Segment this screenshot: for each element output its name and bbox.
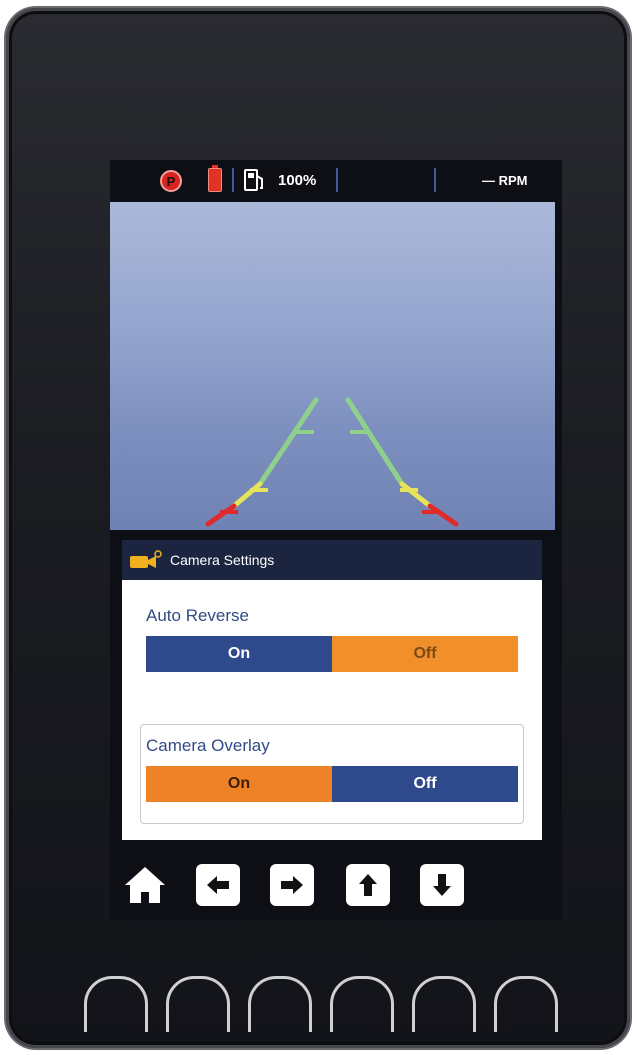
guideline-right-mid <box>399 481 433 509</box>
soft-key-6[interactable] <box>494 976 558 1032</box>
auto-reverse-on-button[interactable]: On <box>146 636 332 672</box>
display-device: P 100% — RPM Camera Settings Auto Revers… <box>6 8 630 1048</box>
soft-key-2[interactable] <box>166 976 230 1032</box>
fuel-pump-icon <box>244 169 263 191</box>
nav-down-button[interactable] <box>420 864 464 906</box>
auto-reverse-toggle: On Off <box>146 636 518 672</box>
arrow-down-icon <box>433 874 451 896</box>
fuel-level: 100% <box>278 172 317 189</box>
guideline-left-mid <box>231 481 263 509</box>
status-separator <box>336 168 338 192</box>
screen: P 100% — RPM Camera Settings Auto Revers… <box>110 160 562 920</box>
camera-settings-panel: Camera Settings Auto Reverse On Off Came… <box>122 540 542 840</box>
settings-header: Camera Settings <box>122 540 542 580</box>
camera-icon <box>130 550 162 568</box>
nav-right-button[interactable] <box>270 864 314 906</box>
navigation-bar <box>110 860 562 912</box>
guideline-right-near <box>427 503 459 527</box>
auto-reverse-label: Auto Reverse <box>146 606 249 625</box>
nav-left-button[interactable] <box>196 864 240 906</box>
soft-key-5[interactable] <box>412 976 476 1032</box>
camera-overlay-off-button[interactable]: Off <box>332 766 518 802</box>
guideline-right-far <box>345 397 405 487</box>
parking-guidelines <box>205 397 459 527</box>
battery-icon <box>208 165 222 192</box>
soft-key-1[interactable] <box>84 976 148 1032</box>
soft-key-row <box>84 976 564 1036</box>
rpm-readout: — RPM <box>482 173 528 188</box>
home-icon[interactable] <box>122 864 168 906</box>
camera-overlay-toggle: On Off <box>146 766 518 802</box>
parking-brake-letter: P <box>166 173 176 189</box>
camera-overlay-label: Camera Overlay <box>146 736 270 755</box>
arrow-left-icon <box>207 876 229 894</box>
backup-camera-view <box>110 202 555 530</box>
soft-key-3[interactable] <box>248 976 312 1032</box>
arrow-right-icon <box>281 876 303 894</box>
arrow-up-icon <box>359 874 377 896</box>
auto-reverse-off-button[interactable]: Off <box>332 636 518 672</box>
nav-up-button[interactable] <box>346 864 390 906</box>
parking-brake-icon: P <box>160 170 182 192</box>
status-bar: P 100% — RPM <box>110 160 562 200</box>
camera-overlay-on-button[interactable]: On <box>146 766 332 802</box>
status-separator <box>232 168 234 192</box>
settings-title: Camera Settings <box>170 552 275 568</box>
soft-key-4[interactable] <box>330 976 394 1032</box>
guideline-left-near <box>205 503 237 527</box>
guideline-left-far <box>257 397 319 487</box>
status-separator <box>434 168 436 192</box>
